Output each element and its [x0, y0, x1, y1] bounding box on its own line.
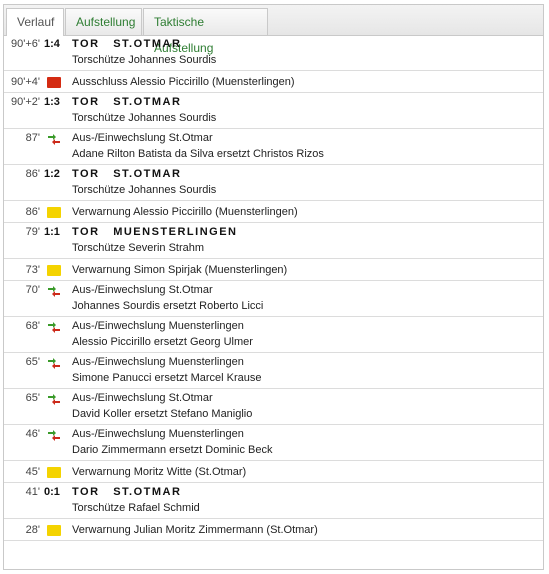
- event-row-goal: 90'+2' 1:3 TOR ST.OTMAR Torschütze Johannes…: [4, 93, 543, 129]
- substitution-detail: Alessio Piccirillo ersetzt Georg Ulmer: [72, 336, 253, 348]
- score: 1:2: [44, 168, 60, 180]
- tab-bar: Verlauf Aufstellung Taktische Aufstellun…: [4, 5, 543, 55]
- event-description: Verwarnung Alessio Piccirillo (Muensterl…: [72, 206, 298, 218]
- event-minute: 65': [25, 392, 40, 404]
- event-minute: 41': [25, 486, 40, 498]
- goal-title: TOR MUENSTERLINGEN: [72, 226, 238, 238]
- event-row-goal: 86' 1:2 TOR ST.OTMAR Torschütze Johannes So…: [4, 165, 543, 201]
- event-row-goal: 41' 0:1 TOR ST.OTMAR Torschütze Rafael Schm…: [4, 483, 543, 519]
- yellow-card-icon: [47, 207, 61, 218]
- event-minute: 90'+6': [11, 38, 40, 50]
- substitution-icon: [47, 429, 61, 441]
- event-description: Aus-/Einwechslung St.Otmar: [72, 132, 213, 144]
- event-minute: 87': [25, 132, 40, 144]
- goal-title: TOR ST.OTMAR: [72, 486, 182, 498]
- event-minute: 73': [25, 264, 40, 276]
- event-description: Aus-/Einwechslung Muensterlingen: [72, 428, 244, 440]
- yellow-card-icon: [47, 467, 61, 478]
- event-row-sub: 46' Aus-/Einwechslung Muensterlingen Dario…: [4, 425, 543, 461]
- event-row-sub: 68' Aus-/Einwechslung Muensterlingen Aless…: [4, 317, 543, 353]
- event-row-sub: 65' Aus-/Einwechslung St.Otmar David Kolle…: [4, 389, 543, 425]
- event-description: Aus-/Einwechslung Muensterlingen: [72, 356, 244, 368]
- event-minute: 28': [25, 524, 40, 536]
- substitution-detail: Simone Panucci ersetzt Marcel Krause: [72, 372, 262, 384]
- event-row-goal: 79' 1:1 TOR MUENSTERLINGEN Torschütze Sever…: [4, 223, 543, 259]
- event-minute: 65': [25, 356, 40, 368]
- event-row-yellow: 86' Verwarnung Alessio Piccirillo (Muenst…: [4, 201, 543, 223]
- goal-title: TOR ST.OTMAR: [72, 168, 182, 180]
- substitution-icon: [47, 285, 61, 297]
- scorer-text: Torschütze Johannes Sourdis: [72, 112, 217, 124]
- substitution-detail: Adane Rilton Batista da Silva ersetzt Ch…: [72, 148, 324, 160]
- event-row-yellow: 28' Verwarnung Julian Moritz Zimmermann (…: [4, 519, 543, 541]
- yellow-card-icon: [47, 265, 61, 276]
- tab-aufstellung[interactable]: Aufstellung: [65, 8, 142, 35]
- score: 1:3: [44, 96, 60, 108]
- event-minute: 45': [25, 466, 40, 478]
- scorer-text: Torschütze Severin Strahm: [72, 242, 205, 254]
- yellow-card-icon: [47, 525, 61, 536]
- event-description: Verwarnung Moritz Witte (St.Otmar): [72, 466, 247, 478]
- event-description: Aus-/Einwechslung St.Otmar: [72, 392, 213, 404]
- scorer-text: Torschütze Johannes Sourdis: [72, 184, 217, 196]
- event-minute: 86': [25, 206, 40, 218]
- red-card-icon: [47, 77, 61, 88]
- event-minute: 70': [25, 284, 40, 296]
- substitution-detail: David Koller ersetzt Stefano Maniglio: [72, 408, 253, 420]
- substitution-icon: [47, 133, 61, 145]
- substitution-icon: [47, 321, 61, 333]
- event-minute: 68': [25, 320, 40, 332]
- scorer-text: Torschütze Johannes Sourdis: [72, 54, 217, 66]
- event-description: Verwarnung Simon Spirjak (Muensterlingen…: [72, 264, 288, 276]
- tab-taktische-aufstellung[interactable]: Taktische Aufstellung: [143, 8, 268, 55]
- event-row-goal: 90'+6' 1:4 TOR ST.OTMAR Torschütze Johannes…: [4, 35, 543, 71]
- goal-title: TOR ST.OTMAR: [72, 96, 182, 108]
- event-description: Aus-/Einwechslung Muensterlingen: [72, 320, 244, 332]
- event-description: Aus-/Einwechslung St.Otmar: [72, 284, 213, 296]
- event-description: Ausschluss Alessio Piccirillo (Muensterl…: [72, 76, 295, 88]
- match-timeline-panel: Verlauf Aufstellung Taktische Aufstellun…: [3, 4, 544, 570]
- event-row-sub: 65' Aus-/Einwechslung Muensterlingen Simon…: [4, 353, 543, 389]
- scorer-text: Torschütze Rafael Schmid: [72, 502, 200, 514]
- substitution-icon: [47, 393, 61, 405]
- substitution-icon: [47, 357, 61, 369]
- event-minute: 90'+2': [11, 96, 40, 108]
- event-description: Verwarnung Julian Moritz Zimmermann (St.…: [72, 524, 318, 536]
- substitution-detail: Johannes Sourdis ersetzt Roberto Licci: [72, 300, 264, 312]
- tab-verlauf[interactable]: Verlauf: [6, 8, 64, 36]
- event-minute: 79': [25, 226, 40, 238]
- event-minute: 46': [25, 428, 40, 440]
- event-row-yellow: 45' Verwarnung Moritz Witte (St.Otmar): [4, 461, 543, 483]
- score: 0:1: [44, 486, 60, 498]
- event-row-yellow: 73' Verwarnung Simon Spirjak (Muensterlin…: [4, 259, 543, 281]
- score: 1:4: [44, 38, 60, 50]
- event-row-sub: 87' Aus-/Einwechslung St.Otmar Adane Rilto…: [4, 129, 543, 165]
- event-minute: 86': [25, 168, 40, 180]
- event-minute: 90'+4': [11, 76, 40, 88]
- score: 1:1: [44, 226, 60, 238]
- substitution-detail: Dario Zimmermann ersetzt Dominic Beck: [72, 444, 273, 456]
- goal-title: TOR ST.OTMAR: [72, 38, 182, 50]
- event-row-sub: 70' Aus-/Einwechslung St.Otmar Johannes So…: [4, 281, 543, 317]
- event-row-red: 90'+4' Ausschluss Alessio Piccirillo (Mue…: [4, 71, 543, 93]
